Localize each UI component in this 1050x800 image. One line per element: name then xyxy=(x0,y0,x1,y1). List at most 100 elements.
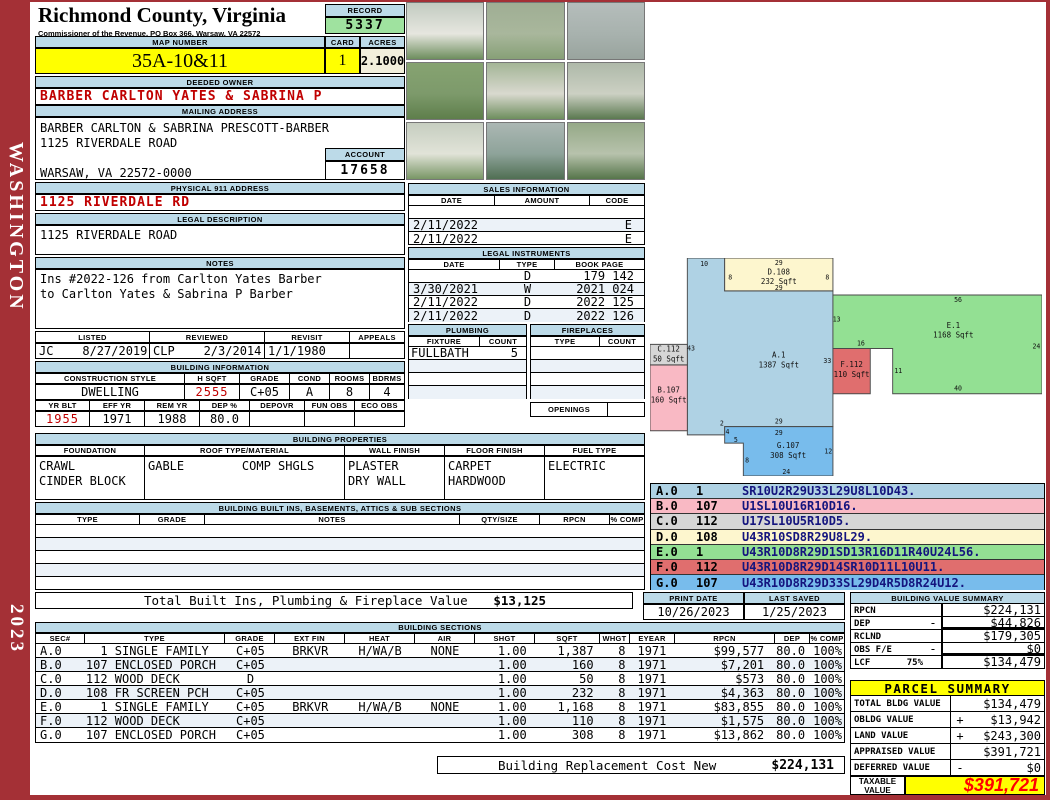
section-shgt: 1.00 xyxy=(497,700,527,713)
sketch-label: 24 xyxy=(782,468,790,476)
fireplaces-label: FIREPLACES xyxy=(530,324,645,336)
section-rpcn: $1,575 xyxy=(720,714,765,727)
section-dep: 80.0 xyxy=(776,714,806,727)
photo-house-screened-porch xyxy=(406,2,485,60)
parcel-item-value: $0 xyxy=(969,760,1044,776)
legend-section-letter: G.0 xyxy=(656,575,678,590)
record-label: RECORD xyxy=(325,4,405,17)
mailing-address-label: MAILING ADDRESS xyxy=(35,105,405,117)
building-section-row: G.0 107 ENCLOSED PORCH C+05 1.00 308 8 1… xyxy=(36,728,844,742)
section-comp: 100% xyxy=(813,644,842,657)
plumbing-label: PLUMBING xyxy=(408,324,527,336)
section-type: 1 SINGLE FAMILY xyxy=(85,700,209,713)
account-label: ACCOUNT xyxy=(325,148,405,161)
sale-code: E xyxy=(624,219,632,231)
section-comp: 100% xyxy=(813,700,842,713)
sketch-label: 40 xyxy=(954,384,962,392)
instrument-type: D xyxy=(523,309,532,322)
built-ins-headers: TYPE GRADE NOTES QTY/SIZE RPCN % COMP xyxy=(35,514,645,525)
funobs-value xyxy=(305,411,355,427)
plumbing-row xyxy=(409,360,526,373)
section-heat: H/WA/B xyxy=(358,700,402,713)
value-summary-sign: - xyxy=(925,643,941,656)
bi-type xyxy=(36,551,141,563)
sales-row: 2/11/2022 E xyxy=(409,219,644,232)
property-record-card: WASHINGTON 2023 Richmond County, Virgini… xyxy=(0,0,1050,800)
section-extfin: BRKVR xyxy=(292,700,329,713)
section-air xyxy=(415,672,475,685)
bdrms-value: 4 xyxy=(370,384,405,400)
fireplace-row xyxy=(531,373,644,386)
section-shgt: 1.00 xyxy=(497,672,527,685)
fixture-count-value: 5 xyxy=(510,347,518,359)
reviewed-value: CLP 2/3/2014 xyxy=(150,343,265,359)
floor-finish-value: CARPET HARDWOOD xyxy=(445,456,545,500)
plumbing-headers: FIXTURE COUNT xyxy=(408,336,527,347)
instrument-date: 2/11/2022 xyxy=(413,296,479,308)
bi-grade-label: GRADE xyxy=(140,514,205,525)
sale-code xyxy=(589,206,644,218)
sec-heat-label: HEAT xyxy=(345,633,415,644)
section-extfin xyxy=(275,728,345,742)
legend-section-letter: C.0 xyxy=(656,514,678,529)
value-summary-sign xyxy=(925,656,941,669)
section-sqft: 1,387 xyxy=(557,644,594,657)
replacement-cost-label: Building Replacement Cost New xyxy=(498,758,717,773)
bi-comp xyxy=(609,577,644,590)
foundation-label: FOUNDATION xyxy=(35,445,145,456)
fixture-label: FIXTURE xyxy=(408,336,480,347)
rooms-label: ROOMS xyxy=(330,373,370,384)
sketch-label: 11 xyxy=(894,367,902,375)
section-whgt: 8 xyxy=(618,658,626,671)
section-eyear: 1971 xyxy=(637,728,667,742)
section-type: 1 SINGLE FAMILY xyxy=(85,644,209,657)
funobs-label: FUN OBS xyxy=(305,400,355,411)
legend-type-code: 1 xyxy=(696,544,704,559)
section-air xyxy=(415,728,475,742)
legend-row: C.0 112 U17SL10U5R10D5. xyxy=(651,514,1044,530)
bi-rpcn xyxy=(539,577,609,590)
legend-type-code: 1 xyxy=(696,484,704,499)
parcel-item-value: $13,942 xyxy=(969,712,1044,728)
sale-amount xyxy=(495,232,589,245)
built-ins-row xyxy=(36,538,644,551)
parcel-summary-row: OBLDG VALUE + $13,942 xyxy=(851,712,1044,728)
review-headers: LISTED REVIEWED REVISIT APPEALS xyxy=(35,331,405,343)
sales-headers: DATE AMOUNT CODE xyxy=(408,195,645,206)
bi-grade xyxy=(141,577,206,590)
district-sidebar-label: WASHINGTON xyxy=(5,142,27,312)
taxable-value-label: TAXABLE VALUE xyxy=(850,776,905,795)
section-shgt: 1.00 xyxy=(497,714,527,727)
legend-section-letter: A.0 xyxy=(656,484,678,499)
instrument-book-page: 2021 024 xyxy=(576,283,634,295)
building-info-values-2: 1955 1971 1988 80.0 xyxy=(35,411,405,427)
sketch-label: 16 xyxy=(857,339,865,347)
legend-row: E.0 1 U43R10D8R29D1SD13R16D11R40U24L56. xyxy=(651,544,1044,560)
fixture-value xyxy=(409,373,480,385)
legend-type-code: 107 xyxy=(696,575,718,590)
legend-section-letter: F.0 xyxy=(656,560,678,575)
section-comp: 100% xyxy=(813,672,842,685)
section-shgt: 1.00 xyxy=(497,728,527,742)
legal-description-label: LEGAL DESCRIPTION xyxy=(35,213,405,225)
sales-rows: 2/11/2022 E 2/11/2022 E xyxy=(408,206,645,245)
section-dep: 80.0 xyxy=(776,686,806,699)
instrument-date: 2/11/2022 xyxy=(413,309,479,322)
bi-notes xyxy=(205,577,459,590)
bi-qty xyxy=(460,577,540,590)
bdrms-label: BDRMS xyxy=(370,373,405,384)
section-id: A.0 xyxy=(40,644,62,657)
section-type: 107 ENCLOSED PORCH xyxy=(85,658,216,671)
grade-label: GRADE xyxy=(240,373,290,384)
building-properties-values: CRAWL CINDER BLOCK GABLE COMP SHGLS PLAS… xyxy=(35,456,645,500)
ecoobs-label: ECO OBS xyxy=(355,400,405,411)
photo-pier-dock xyxy=(566,2,645,60)
section-id: F.0 xyxy=(40,714,62,727)
building-value-summary: RPCN $224,131 DEP - $44,826 RCLND $179,3… xyxy=(850,604,1045,669)
fireplace-count-value xyxy=(600,386,644,399)
physical-address-label: PHYSICAL 911 ADDRESS xyxy=(35,182,405,194)
deeded-owner-label: DEEDED OWNER xyxy=(35,76,405,88)
sketch-label: 8 xyxy=(745,456,749,464)
fixture-count-value xyxy=(480,386,526,399)
photo-white-cottage xyxy=(406,122,485,180)
